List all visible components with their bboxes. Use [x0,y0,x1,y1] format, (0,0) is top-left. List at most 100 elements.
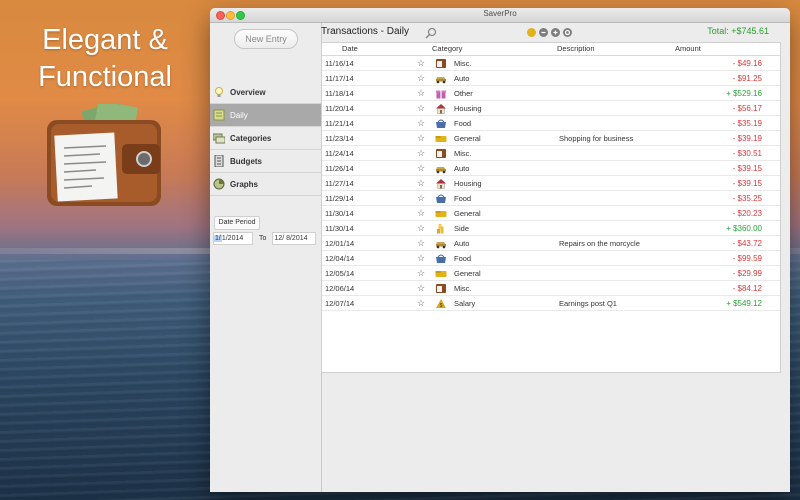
gear-circle-icon[interactable] [563,28,572,37]
table-row[interactable]: 11/20/14 ☆ Housing - $56.17 [322,101,780,116]
row-amount: - $84.12 [732,283,762,293]
row-description: Shopping for business [559,133,634,143]
date-period-button[interactable]: Date Period [214,216,260,230]
category-housing-icon [430,103,452,114]
yellow-circle-icon[interactable] [527,28,536,37]
row-amount: - $39.15 [732,163,762,173]
row-amount: - $56.17 [732,103,762,113]
sidebar-item-daily[interactable]: Daily [210,104,321,127]
table-row[interactable]: 12/07/14 ☆ $ Salary Earnings post Q1 + $549.1… [322,296,780,311]
row-category: Salary [454,298,476,308]
row-category: Auto [454,238,470,248]
table-row[interactable]: 12/01/14 ☆ Auto Repairs on the morcycle - $4… [322,236,780,251]
promo-line-1: Elegant & [42,24,168,56]
table-row[interactable]: 11/30/14 ☆ General - $20.23 [322,206,780,221]
minus-circle-icon[interactable] [539,28,548,37]
star-icon[interactable]: ☆ [412,253,430,264]
table-row[interactable]: 11/26/14 ☆ Auto - $39.15 [322,161,780,176]
sidebar-item-graphs[interactable]: Graphs [210,173,321,196]
search-icon[interactable] [425,26,437,39]
table-row[interactable]: 12/05/14 ☆ General - $29.99 [322,266,780,281]
star-icon[interactable]: ☆ [412,298,430,309]
date-to-field[interactable]: 12/ 8/2014 [272,231,317,245]
table-row[interactable]: 11/18/14 ☆ Other + $529.16 [322,86,780,101]
sidebar-item-budgets[interactable]: Budgets [210,150,321,173]
row-category: Misc. [454,148,472,158]
row-category: Housing [454,103,482,113]
category-misc-icon [430,283,452,294]
star-icon[interactable]: ☆ [412,73,430,84]
row-amount: - $35.25 [732,193,762,203]
row-amount: + $529.16 [726,88,762,98]
main-panel: Transactions - Daily Total: +$745.61 Dat… [321,23,790,492]
page-title: Transactions - Daily [321,26,409,37]
sidebar-item-overview[interactable]: Overview [210,81,321,104]
star-icon[interactable]: ☆ [412,118,430,129]
row-amount: - $99.59 [732,253,762,263]
star-icon[interactable]: ☆ [412,133,430,144]
table-row[interactable]: 11/27/14 ☆ Housing - $39.15 [322,176,780,191]
table-row[interactable]: 11/30/14 ☆ Side + $360.00 [322,221,780,236]
table-row[interactable]: 12/04/14 ☆ Food - $99.59 [322,251,780,266]
table-row[interactable]: 12/06/14 ☆ Misc. - $84.12 [322,281,780,296]
sidebar-nav: Overview Daily Categories Budgets Graphs [210,81,321,196]
table-row[interactable]: 11/29/14 ☆ Food - $35.25 [322,191,780,206]
row-amount: - $20.23 [732,208,762,218]
category-food-icon [430,118,452,129]
table-row[interactable]: 11/16/14 ☆ Misc. - $49.16 [322,56,780,71]
date-from-selected-segment: 1/ [214,234,222,242]
row-date: 11/30/14 [325,223,354,233]
date-from-field[interactable]: 1/ 1/2014 [213,231,253,245]
row-date: 11/20/14 [325,103,354,113]
table-row[interactable]: 11/23/14 ☆ General Shopping for business - $… [322,131,780,146]
category-other-icon [430,88,452,99]
star-icon[interactable]: ☆ [412,193,430,204]
star-icon[interactable]: ☆ [412,88,430,99]
graph-icon [213,178,225,190]
row-amount: + $360.00 [726,223,762,233]
star-icon[interactable]: ☆ [412,223,430,234]
row-date: 11/30/14 [325,208,354,218]
toolbar-circle-buttons [527,28,572,37]
row-category: Auto [454,163,470,173]
row-date: 12/01/14 [325,238,355,248]
date-from-rest: 1/2014 [221,234,244,242]
star-icon[interactable]: ☆ [412,268,430,279]
promo-line-2: Functional [38,61,172,93]
column-header-category[interactable]: Category [412,43,557,55]
total-balance: Total: +$745.61 [707,26,769,36]
new-entry-button[interactable]: New Entry [234,29,298,49]
star-icon[interactable]: ☆ [412,103,430,114]
category-auto-icon [430,238,452,249]
star-icon[interactable]: ☆ [412,163,430,174]
row-date: 11/18/14 [325,88,354,98]
plus-circle-icon[interactable] [551,28,560,37]
table-row[interactable]: 11/17/14 ☆ Auto - $91.25 [322,71,780,86]
table-row[interactable]: 11/21/14 ☆ Food - $35.19 [322,116,780,131]
star-icon[interactable]: ☆ [412,238,430,249]
column-header-description[interactable]: Description [557,43,675,55]
row-date: 11/24/14 [325,148,354,158]
row-category: Side [454,223,470,233]
row-date: 12/05/14 [325,268,355,278]
sidebar-item-label: Budgets [230,156,262,166]
app-window: SaverPro New Entry Overview Daily Catego… [210,8,790,492]
star-icon[interactable]: ☆ [412,148,430,159]
star-icon[interactable]: ☆ [412,58,430,69]
notepad-icon [213,109,225,121]
star-icon[interactable]: ☆ [412,208,430,219]
row-date: 11/26/14 [325,163,354,173]
sidebar-item-label: Graphs [230,179,259,189]
category-misc-icon [430,58,452,69]
star-icon[interactable]: ☆ [412,283,430,294]
star-icon[interactable]: ☆ [412,178,430,189]
category-misc-icon [430,148,452,159]
lightbulb-icon [213,86,225,98]
window-title: SaverPro [483,9,517,18]
column-header-amount[interactable]: Amount [675,43,760,55]
row-amount: - $39.19 [732,133,762,143]
sidebar-item-categories[interactable]: Categories [210,127,321,150]
column-header-date[interactable]: Date [322,43,412,55]
table-row[interactable]: 11/24/14 ☆ Misc. - $30.51 [322,146,780,161]
transactions-table: Date Category Description Amount 11/16/1… [321,42,781,373]
